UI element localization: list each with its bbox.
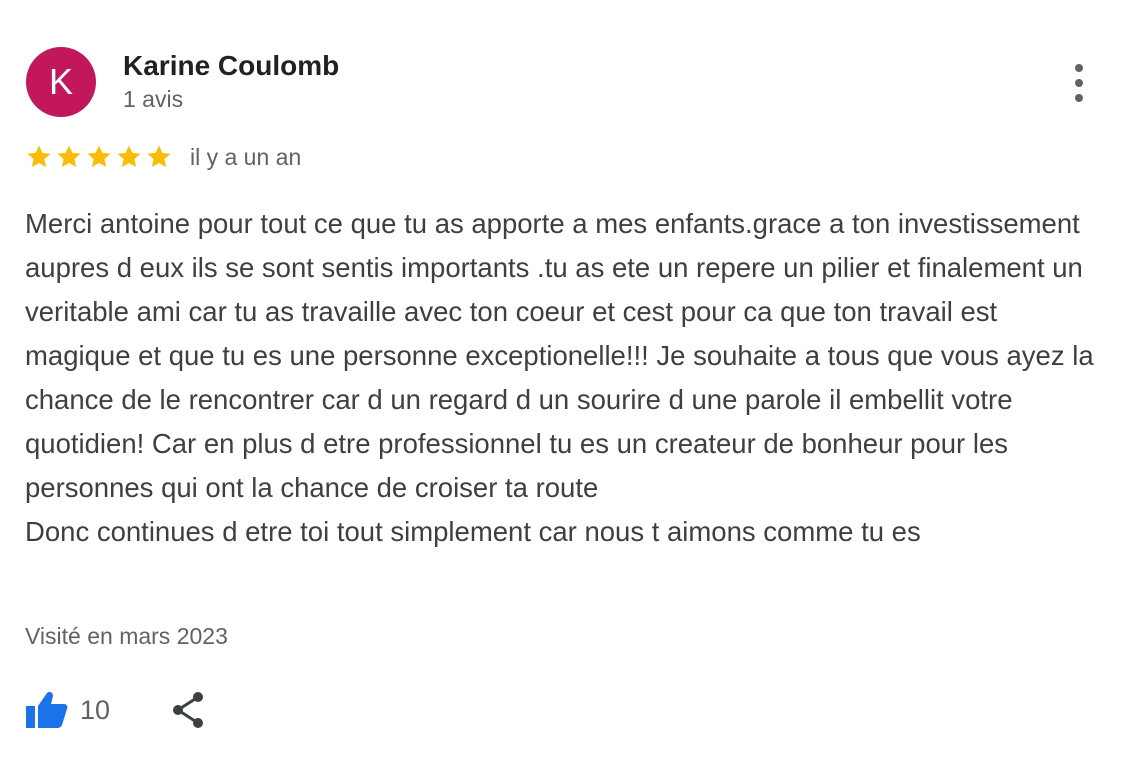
avatar-initial: K <box>48 61 73 102</box>
avatar[interactable]: K <box>26 47 96 117</box>
star-icon <box>87 145 111 168</box>
more-options-button[interactable] <box>1063 60 1095 106</box>
share-icon <box>173 692 204 728</box>
more-vert-icon-dot <box>1075 79 1083 87</box>
star-icon <box>27 145 51 168</box>
review-card: K Karine Coulomb 1 avis il y a un an Mer… <box>0 0 1128 760</box>
review-header: K Karine Coulomb 1 avis <box>26 47 339 117</box>
visit-date: Visité en mars 2023 <box>25 623 228 649</box>
share-button[interactable] <box>170 690 206 730</box>
review-actions: 10 <box>26 690 206 730</box>
review-text: Merci antoine pour tout ce que tu as app… <box>25 202 1110 554</box>
review-paragraph: Merci antoine pour tout ce que tu as app… <box>25 208 1094 503</box>
review-date: il y a un an <box>190 143 302 170</box>
more-vert-icon-dot <box>1075 94 1083 102</box>
author-block: Karine Coulomb 1 avis <box>123 49 339 114</box>
author-name[interactable]: Karine Coulomb <box>123 49 339 83</box>
like-button[interactable]: 10 <box>26 691 110 729</box>
more-vert-icon <box>1075 64 1083 72</box>
star-icon <box>147 145 171 168</box>
rating-row: il y a un an <box>25 143 301 171</box>
thumb-up-icon <box>26 692 68 728</box>
star-icon <box>117 145 141 168</box>
like-count: 10 <box>80 694 111 725</box>
star-rating <box>25 143 173 171</box>
author-review-count: 1 avis <box>123 85 184 112</box>
star-icon <box>57 145 81 168</box>
review-paragraph: Donc continues d etre toi tout simplemen… <box>25 516 921 547</box>
